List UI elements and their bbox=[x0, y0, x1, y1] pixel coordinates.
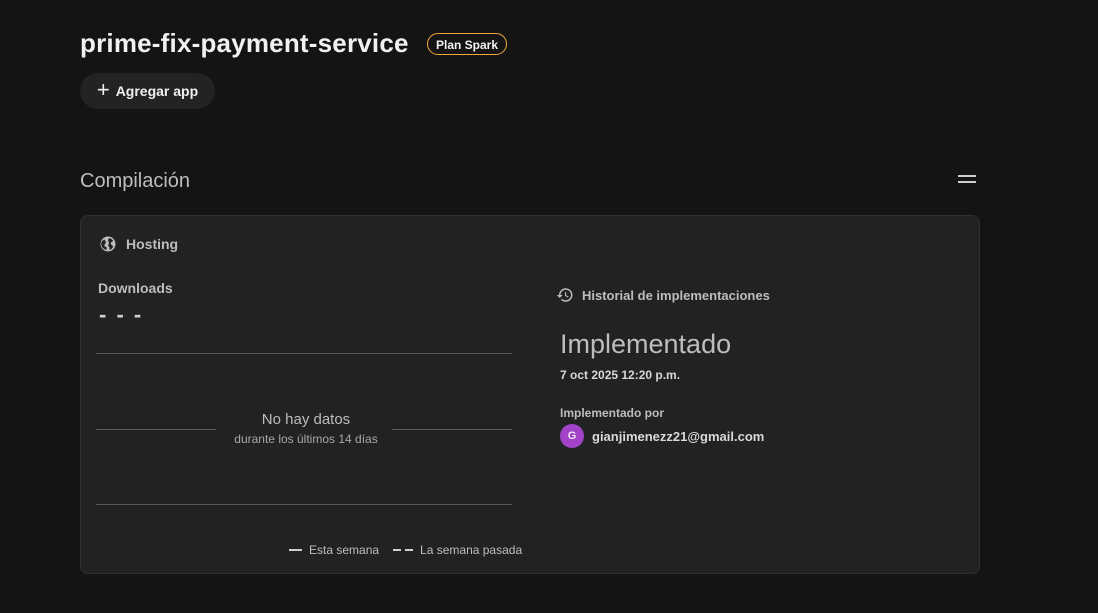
legend-label-this-week: Esta semana bbox=[309, 543, 380, 557]
hosting-title: Hosting bbox=[126, 236, 179, 252]
legend-label-last-week: La semana pasada bbox=[420, 543, 523, 557]
globe-icon bbox=[100, 236, 116, 252]
no-data-message: No hay datos durante los últimos 14 días bbox=[221, 411, 391, 446]
deploy-history-title: Historial de implementaciones bbox=[582, 287, 770, 303]
downloads-value: - - - bbox=[99, 302, 144, 327]
deployed-by-label: Implementado por bbox=[560, 406, 665, 420]
project-title: prime-fix-payment-service bbox=[80, 28, 409, 58]
chart-gridline-middle-right bbox=[392, 429, 512, 430]
hosting-header: Hosting bbox=[99, 235, 178, 253]
chart-gridline-top bbox=[96, 353, 512, 354]
solid-line-icon bbox=[289, 549, 302, 551]
section-title: Compilación bbox=[80, 170, 191, 192]
menu-icon[interactable] bbox=[958, 175, 976, 187]
plan-badge[interactable]: Plan Spark bbox=[427, 33, 508, 55]
legend-item-this-week: Esta semana bbox=[289, 543, 379, 557]
no-data-title: No hay datos bbox=[261, 411, 351, 428]
add-app-label: Agregar app bbox=[115, 83, 199, 99]
deploy-date: 7 oct 2025 12:20 p.m. bbox=[560, 368, 681, 382]
history-icon bbox=[556, 288, 573, 302]
no-data-subtitle: durante los últimos 14 días bbox=[234, 432, 378, 446]
legend-item-last-week: La semana pasada bbox=[393, 543, 522, 557]
hosting-card[interactable]: Hosting Downloads - - - No hay datos dur… bbox=[80, 215, 980, 574]
chart-legend: Esta semana La semana pasada bbox=[289, 543, 522, 557]
downloads-label: Downloads bbox=[98, 280, 173, 296]
console-page: prime-fix-payment-service Plan Spark + A… bbox=[0, 0, 1098, 613]
add-app-button[interactable]: + Agregar app bbox=[80, 73, 215, 109]
deploy-history-header[interactable]: Historial de implementaciones bbox=[556, 286, 770, 304]
plus-icon: + bbox=[96, 77, 110, 102]
chart-gridline-middle-left bbox=[96, 429, 216, 430]
chart-gridline-bottom bbox=[96, 504, 512, 505]
dashed-line-icon bbox=[393, 549, 414, 551]
deploy-status: Implementado bbox=[560, 329, 732, 359]
deployer-email: gianjimenezz21@gmail.com bbox=[592, 428, 765, 444]
avatar: G bbox=[560, 424, 584, 448]
deployer: G gianjimenezz21@gmail.com bbox=[560, 424, 764, 448]
